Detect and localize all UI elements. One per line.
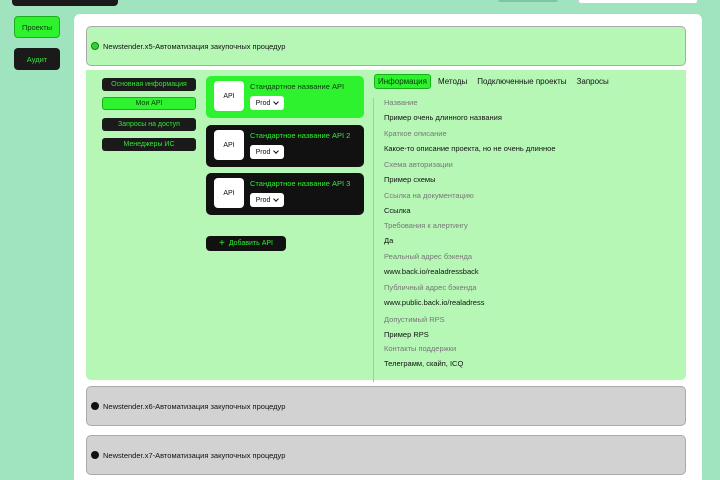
field-label: Публичный адрес бэкенда	[384, 283, 477, 292]
env-select[interactable]: Prod	[250, 96, 284, 110]
top-header-bar	[12, 0, 118, 6]
env-select[interactable]: Prod	[250, 145, 284, 159]
top-header-fragment	[498, 0, 558, 2]
field-public-backend: Публичный адрес бэкенда www.public.back.…	[384, 283, 484, 307]
field-support-contacts: Контакты поддержки Телеграмм, скайп, ICQ	[384, 344, 463, 368]
api-card-2[interactable]: API Стандартное название API 2 Prod	[206, 125, 364, 167]
field-value: Пример очень длинного названия	[384, 113, 502, 122]
api-info-panel: Название Пример очень длинного названия …	[373, 98, 653, 382]
details-tabs: Информация Методы Подключенные проекты З…	[374, 74, 612, 89]
tab-requests[interactable]: Запросы	[574, 75, 612, 88]
project-title: Newstender.x7-Автоматизация закупочных п…	[103, 450, 286, 460]
api-name: Стандартное название API 2	[250, 131, 351, 140]
tab-connected-projects[interactable]: Подключенные проекты	[474, 75, 569, 88]
add-api-label: Добавить API	[228, 240, 273, 247]
tab-info[interactable]: Информация	[374, 74, 431, 89]
field-label: Ссылка на документацию	[384, 191, 474, 200]
field-value: www.public.back.io/realadress	[384, 298, 485, 307]
field-value[interactable]: Ссылка	[384, 206, 474, 215]
field-value: Пример схемы	[384, 175, 436, 184]
project-card-x6[interactable]: Newstender.x6-Автоматизация закупочных п…	[86, 386, 686, 426]
chevron-down-icon	[273, 98, 280, 105]
chevron-down-icon	[273, 147, 280, 154]
subnav-basic-info[interactable]: Основная информация	[102, 78, 196, 91]
api-name: Стандартное название API 3	[250, 179, 351, 188]
field-value: www.back.io/realadressback	[384, 267, 479, 276]
env-value: Prod	[255, 99, 271, 107]
api-icon: API	[214, 178, 244, 208]
subnav-access-requests[interactable]: Запросы на доступ	[102, 118, 196, 131]
tab-methods[interactable]: Методы	[435, 75, 470, 88]
subnav-managers[interactable]: Менеджеры ИС	[102, 138, 196, 151]
api-card-3[interactable]: API Стандартное название API 3 Prod	[206, 173, 364, 215]
api-icon: API	[214, 81, 244, 111]
project-header[interactable]: Newstender.x6-Автоматизация закупочных п…	[87, 387, 685, 425]
field-value: Пример RPS	[384, 330, 429, 339]
field-label: Контакты поддержки	[384, 344, 457, 353]
top-search-input[interactable]	[578, 0, 698, 4]
nav-projects-button[interactable]: Проекты	[14, 16, 60, 38]
subnav-my-api[interactable]: Мои API	[102, 97, 196, 110]
nav-audit-button[interactable]: Аудит	[14, 48, 60, 70]
status-dot-icon	[91, 42, 99, 50]
field-value: Телеграмм, скайп, ICQ	[384, 359, 464, 368]
field-alerting: Требования к алертингу Да	[384, 221, 468, 245]
status-dot-icon	[91, 402, 99, 410]
env-select[interactable]: Prod	[250, 193, 284, 207]
api-name: Стандартное название API	[250, 82, 345, 91]
field-label: Название	[384, 98, 418, 107]
field-label: Реальный адрес бэкенда	[384, 252, 473, 261]
env-value: Prod	[255, 196, 271, 204]
field-docs-link: Ссылка на документацию Ссылка	[384, 191, 474, 215]
field-description: Краткое описание Какое-то описание проек…	[384, 129, 556, 153]
project-header[interactable]: Newstender.x7-Автоматизация закупочных п…	[87, 436, 685, 474]
field-real-backend: Реальный адрес бэкенда www.back.io/reala…	[384, 252, 479, 276]
field-label: Допустимый RPS	[384, 315, 445, 324]
projects-panel: Newstender.x5-Автоматизация закупочных п…	[74, 14, 702, 480]
project-card-x7[interactable]: Newstender.x7-Автоматизация закупочных п…	[86, 435, 686, 475]
project-details-area: Основная информация Мои API Запросы на д…	[86, 70, 686, 382]
field-rps: Допустимый RPS Пример RPS	[384, 315, 445, 339]
field-value: Да	[384, 236, 394, 245]
field-name: Название Пример очень длинного названия	[384, 98, 502, 122]
field-label: Краткое описание	[384, 129, 447, 138]
field-value: Какое-то описание проекта, но не очень д…	[384, 144, 556, 153]
field-label: Требования к алертингу	[384, 221, 468, 230]
project-header[interactable]: Newstender.x5-Автоматизация закупочных п…	[87, 27, 685, 65]
field-label: Схема авторизации	[384, 160, 453, 169]
add-api-button[interactable]: + Добавить API	[206, 236, 286, 251]
env-value: Prod	[255, 148, 271, 156]
plus-icon: +	[218, 237, 225, 249]
status-dot-icon	[91, 451, 99, 459]
project-card-x5[interactable]: Newstender.x5-Автоматизация закупочных п…	[86, 26, 686, 66]
chevron-down-icon	[273, 195, 280, 202]
field-auth-scheme: Схема авторизации Пример схемы	[384, 160, 453, 184]
project-title: Newstender.x5-Автоматизация закупочных п…	[103, 41, 286, 51]
api-card-1[interactable]: API Стандартное название API Prod	[206, 76, 364, 118]
project-title: Newstender.x6-Автоматизация закупочных п…	[103, 401, 286, 411]
api-icon: API	[214, 130, 244, 160]
